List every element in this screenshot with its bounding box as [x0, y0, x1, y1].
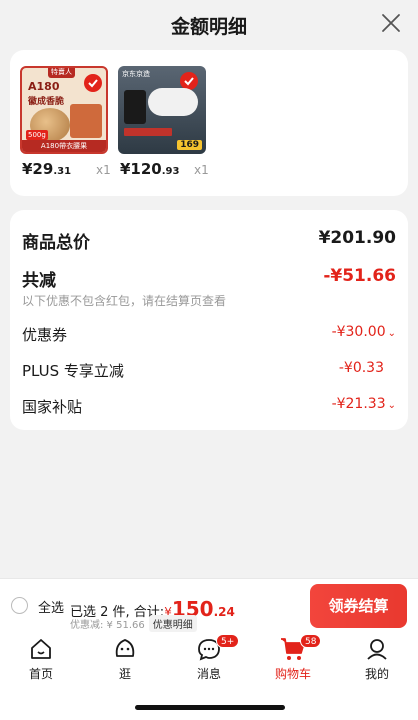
- select-all-label[interactable]: 全选: [38, 597, 64, 616]
- chevron-down-icon: ⌄: [387, 328, 396, 339]
- discount-detail-button[interactable]: 优惠明细: [148, 615, 197, 632]
- home-icon: [31, 639, 51, 659]
- total-reduce-row: 共减 -¥51.66: [22, 266, 396, 291]
- product-thumbnail-eye-massager[interactable]: 京东京造 169: [118, 66, 206, 154]
- weight-stamp: 500g: [26, 130, 48, 140]
- tab-cart[interactable]: 58 购物车: [258, 634, 328, 682]
- total-price-label: 商品总价: [22, 233, 90, 253]
- subsidy-row[interactable]: 国家补贴 -¥21.33 ⌄: [22, 396, 396, 417]
- chevron-down-icon: ⌄: [387, 400, 396, 411]
- total-reduce-value: -¥51.66: [323, 266, 396, 286]
- total-decimal: .24: [213, 605, 235, 619]
- stroll-face-icon: [115, 639, 135, 657]
- close-icon[interactable]: [380, 12, 402, 34]
- tab-home[interactable]: 首页: [6, 636, 76, 682]
- product-box-image: [124, 90, 146, 124]
- product-item-2[interactable]: 京东京造 169: [118, 66, 206, 154]
- discount-text: 优惠减: ¥ 51.66: [70, 620, 145, 631]
- plus-row: PLUS 专享立减 -¥0.33: [22, 360, 396, 381]
- plus-label: PLUS 专享立减: [22, 362, 124, 380]
- coupon-label: 优惠券: [22, 326, 68, 344]
- checkout-bar: 全选 已选 2 件, 合计:¥150.24 优惠减: ¥ 51.66 优惠明细 领…: [0, 578, 418, 632]
- package-image: [70, 104, 102, 138]
- coupon-row[interactable]: 优惠券 -¥30.00 ⌄: [22, 324, 396, 345]
- messages-badge: 5+: [216, 634, 240, 648]
- plus-value: -¥0.33: [338, 360, 384, 376]
- product-subline: 徽成香脆: [28, 97, 65, 107]
- subsidy-value: -¥21.33: [331, 396, 386, 412]
- product-1-price: ¥29.31: [22, 160, 72, 178]
- promo-strip: [124, 128, 172, 136]
- coupon-value-wrap: -¥30.00 ⌄: [332, 324, 396, 340]
- tab-messages-label: 消息: [196, 667, 221, 681]
- price-chip: 169: [177, 140, 202, 150]
- reduce-note: 以下优惠不包含红包，请在结算页查看: [22, 294, 227, 308]
- tab-stroll[interactable]: 逛: [90, 636, 160, 682]
- subsidy-value-wrap: -¥21.33 ⌄: [332, 396, 396, 412]
- products-card: 特賣人 A180 徽成香脆 500g A180帶衣腰果 ¥29.31 x1 京东…: [10, 50, 408, 196]
- total-reduce-label: 共减: [22, 271, 56, 291]
- cart-badge: 58: [300, 634, 322, 648]
- tab-stroll-label: 逛: [118, 667, 131, 681]
- product-headline: A180: [28, 80, 60, 93]
- eye-massager-image: [148, 88, 198, 116]
- tab-mine-label: 我的: [364, 667, 389, 681]
- select-all-radio[interactable]: [11, 597, 28, 614]
- price-summary-card: 商品总价 ¥201.90 共减 -¥51.66 以下优惠不包含红包，请在结算页查…: [10, 210, 408, 430]
- user-icon: [367, 639, 387, 660]
- product-tag: 特賣人: [48, 68, 75, 78]
- checkout-button[interactable]: 领券结算: [310, 584, 407, 628]
- total-price-row: 商品总价 ¥201.90: [22, 228, 396, 253]
- product-item-1[interactable]: 特賣人 A180 徽成香脆 500g A180帶衣腰果: [20, 66, 108, 154]
- tab-messages[interactable]: 5+ 消息: [174, 634, 244, 682]
- sheet-title: 金额明细: [170, 16, 247, 38]
- total-price-value: ¥201.90: [318, 228, 396, 248]
- discount-line: 优惠减: ¥ 51.66 优惠明细: [70, 615, 197, 632]
- subsidy-label: 国家补贴: [22, 398, 83, 416]
- product-2-qty: x1: [194, 163, 209, 177]
- product-tag: 京东京造: [122, 70, 150, 78]
- tab-cart-label: 购物车: [274, 667, 311, 681]
- product-ribbon: A180帶衣腰果: [22, 140, 106, 152]
- check-badge-icon: [84, 74, 102, 92]
- coupon-value: -¥30.00: [331, 324, 386, 340]
- tab-mine[interactable]: 我的: [342, 636, 412, 682]
- home-indicator[interactable]: [135, 705, 285, 710]
- product-1-qty: x1: [96, 163, 111, 177]
- product-2-price: ¥120.93: [120, 160, 180, 178]
- product-thumbnail-cashew[interactable]: 特賣人 A180 徽成香脆 500g A180帶衣腰果: [20, 66, 108, 154]
- sheet-header: 金额明细: [0, 0, 418, 46]
- tab-home-label: 首页: [28, 667, 53, 681]
